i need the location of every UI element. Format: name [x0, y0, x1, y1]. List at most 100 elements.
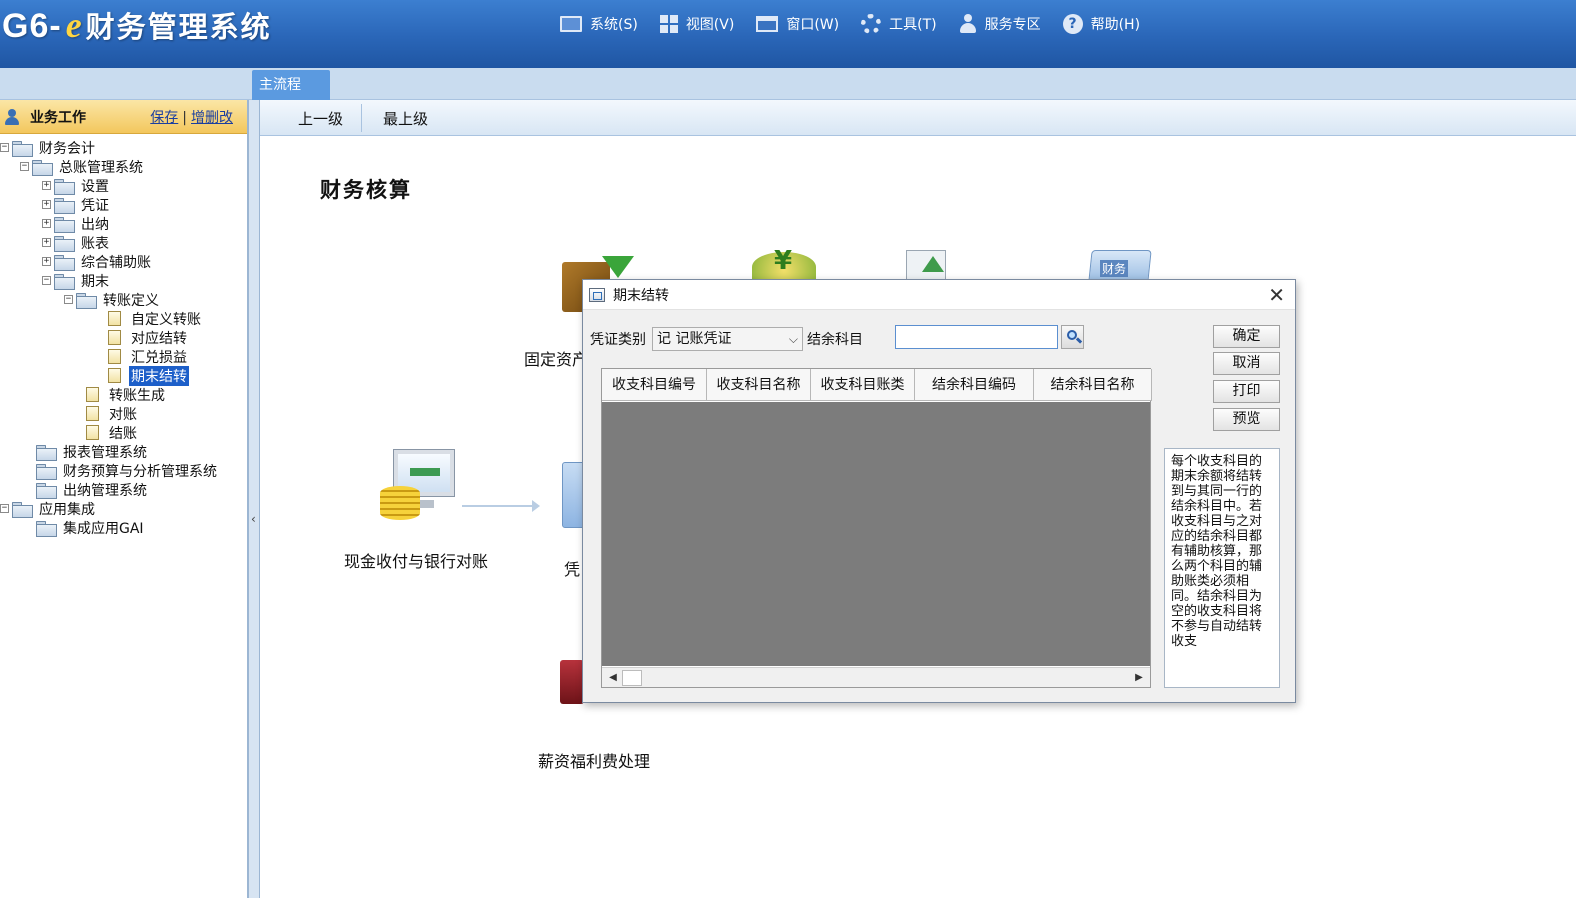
menu-help-label: 帮助(H) [1090, 17, 1141, 33]
voucher-type-select[interactable]: 记 记账凭证 ⌵ [652, 327, 803, 351]
collapse-toggle[interactable]: − [42, 276, 51, 285]
tree-node-label: 综合辅助账 [81, 254, 151, 271]
folder-icon [54, 216, 75, 233]
col-income-type[interactable]: 收支科目账类 [811, 369, 915, 401]
cash-bank-label[interactable]: 现金收付与银行对账 [344, 548, 488, 572]
menu-system[interactable]: 系统(S) [560, 12, 638, 36]
tree-node-cashier-system[interactable]: 出纳管理系统 [36, 480, 149, 499]
sidebar: 业务工作 保存 | 增删改 − 财务会计 − 总账管理系统 + 设置 + 凭证 + [0, 100, 248, 898]
document-icon [108, 349, 121, 364]
tree-node-period-end-transfer[interactable]: 期末结转 [108, 365, 189, 386]
tab-main-flow[interactable]: 主流程 [252, 70, 330, 100]
folder-icon [54, 235, 75, 252]
tree-node-cashier[interactable]: + 出纳 [42, 214, 111, 233]
monitor-icon [560, 16, 582, 32]
print-button[interactable]: 打印 [1213, 380, 1280, 403]
tree-node-reports[interactable]: + 账表 [42, 233, 111, 252]
menu-tools[interactable]: 工具(T) [861, 12, 937, 36]
close-icon[interactable]: ✕ [1268, 284, 1285, 306]
tree-node-voucher[interactable]: + 凭证 [42, 195, 111, 214]
grid-body[interactable] [602, 402, 1150, 666]
edit-link[interactable]: 增删改 [191, 110, 233, 126]
expand-toggle[interactable]: + [42, 257, 51, 266]
finance-book-icon[interactable]: 财务 [1086, 246, 1156, 282]
tree-node-financial-accounting[interactable]: − 财务会计 [0, 138, 97, 157]
col-income-name[interactable]: 收支科目名称 [707, 369, 811, 401]
toolbar-divider [361, 104, 362, 132]
tree-node-label: 结账 [109, 425, 137, 442]
chevron-down-icon[interactable]: ⌵ [789, 328, 798, 350]
scroll-left-icon[interactable]: ◀ [604, 669, 622, 687]
tab-strip [0, 68, 1576, 100]
tree-node-reconcile[interactable]: 对账 [86, 404, 139, 423]
expand-toggle[interactable]: + [42, 219, 51, 228]
folder-icon [36, 444, 57, 461]
collapse-toggle[interactable]: − [0, 504, 9, 513]
cash-bank-icon[interactable] [380, 446, 456, 522]
sidebar-header: 业务工作 保存 | 增删改 [0, 100, 247, 134]
money-icon[interactable]: ¥ [752, 246, 818, 282]
tree-node-label: 账表 [81, 235, 109, 252]
top-level-button[interactable]: 最上级 [383, 100, 428, 136]
chevron-left-icon[interactable]: ‹ [251, 512, 256, 526]
preview-button[interactable]: 预览 [1213, 408, 1280, 431]
col-balance-code[interactable]: 结余科目编码 [915, 369, 1034, 401]
tree-node-transfer-def[interactable]: − 转账定义 [64, 290, 161, 309]
ok-button[interactable]: 确定 [1213, 325, 1280, 348]
help-icon: ? [1062, 14, 1083, 34]
tree-node-label: 期末结转 [129, 365, 189, 386]
tree-node-budget-system[interactable]: 财务预算与分析管理系统 [36, 461, 219, 480]
tree-node-settings[interactable]: + 设置 [42, 176, 111, 195]
voucher-type-label: 凭证类别 [590, 332, 646, 348]
salary-label[interactable]: 薪资福利费处理 [538, 748, 650, 772]
tree-node-exchange-gain-loss[interactable]: 汇兑损益 [108, 347, 189, 366]
collapse-toggle[interactable]: − [0, 143, 9, 152]
horizontal-scrollbar[interactable]: ◀ ▶ [602, 667, 1150, 687]
salary-icon[interactable] [560, 660, 584, 704]
expand-toggle[interactable]: + [42, 238, 51, 247]
app-header: G6- e 财务管理系统 系统(S) 视图(V) 窗口(W) 工具(T) 服务专… [0, 0, 1576, 68]
tree-node-close-period[interactable]: 结账 [86, 423, 139, 442]
up-level-button[interactable]: 上一级 [298, 100, 343, 136]
balance-subject-input[interactable] [895, 325, 1058, 349]
fixed-assets-label[interactable]: 固定资产 [524, 346, 588, 370]
app-title: 财务管理系统 [85, 10, 272, 44]
coins-stack [380, 486, 420, 520]
scroll-right-icon[interactable]: ▶ [1130, 669, 1148, 687]
collapse-toggle[interactable]: − [64, 295, 73, 304]
folder-icon [32, 159, 53, 176]
window-icon [756, 16, 779, 32]
tree-node-label: 出纳管理系统 [63, 482, 147, 499]
search-button[interactable] [1061, 325, 1084, 349]
cancel-button[interactable]: 取消 [1213, 352, 1280, 375]
app-logo: G6- e 财务管理系统 [2, 4, 272, 48]
tree-node-transfer-generate[interactable]: 转账生成 [86, 385, 167, 404]
menu-service[interactable]: 服务专区 [959, 12, 1041, 36]
menu-window[interactable]: 窗口(W) [756, 12, 839, 36]
col-income-code[interactable]: 收支科目编号 [602, 369, 707, 401]
col-balance-name[interactable]: 结余科目名称 [1034, 369, 1152, 401]
tree-node-period-end[interactable]: − 期末 [42, 271, 111, 290]
grid-header: 收支科目编号 收支科目名称 收支科目账类 结余科目编码 结余科目名称 [602, 369, 1152, 401]
menu-view-label: 视图(V) [685, 17, 735, 33]
sidebar-splitter[interactable]: ‹ [248, 100, 260, 898]
tree-node-gl-system[interactable]: − 总账管理系统 [20, 157, 145, 176]
dialog-titlebar[interactable]: 期末结转 ✕ [583, 280, 1295, 310]
expand-toggle[interactable]: + [42, 181, 51, 190]
save-link[interactable]: 保存 [150, 110, 178, 126]
tree-node-custom-transfer[interactable]: 自定义转账 [108, 309, 203, 328]
scroll-thumb[interactable] [622, 670, 642, 686]
tree-node-aux-ledger[interactable]: + 综合辅助账 [42, 252, 153, 271]
voucher-label[interactable]: 凭 [564, 556, 580, 580]
menu-help[interactable]: ? 帮助(H) [1062, 12, 1141, 36]
tree-node-integration-gai[interactable]: 集成应用GAI [36, 518, 146, 537]
document-icon [108, 330, 121, 345]
collapse-toggle[interactable]: − [20, 162, 29, 171]
menu-view[interactable]: 视图(V) [659, 12, 735, 36]
tree-node-app-integration[interactable]: − 应用集成 [0, 499, 97, 518]
document-icon [86, 387, 99, 402]
upload-icon[interactable] [898, 246, 964, 284]
expand-toggle[interactable]: + [42, 200, 51, 209]
tree-node-report-system[interactable]: 报表管理系统 [36, 442, 149, 461]
tree-node-corresponding-transfer[interactable]: 对应结转 [108, 328, 189, 347]
